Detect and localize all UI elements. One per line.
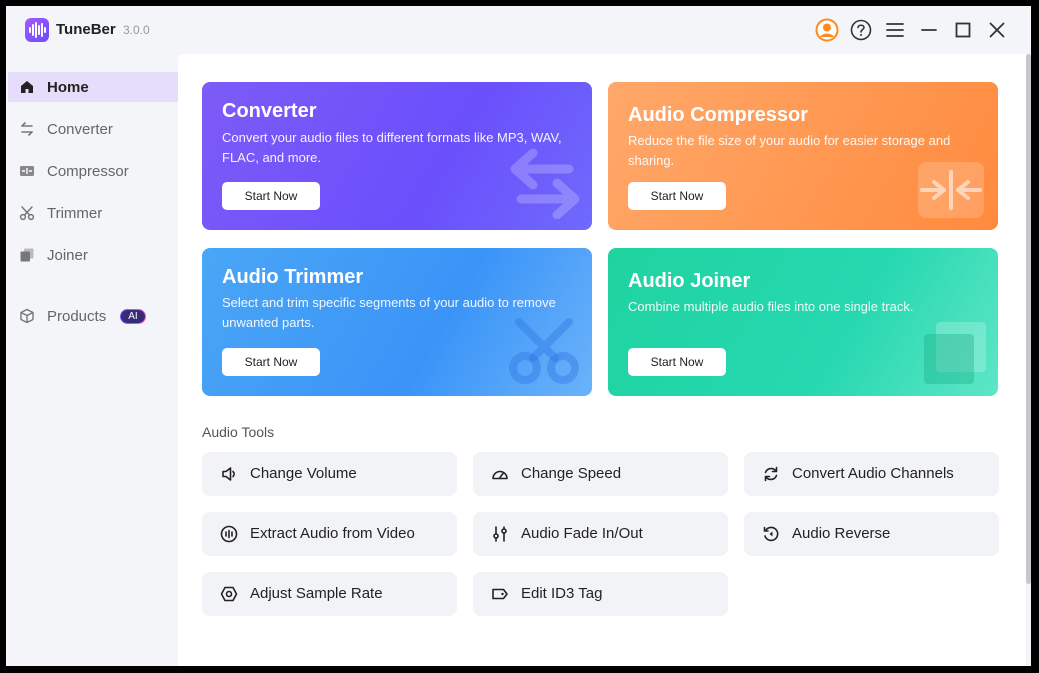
audio-trimmer-start-button[interactable]: Start Now [222, 348, 320, 376]
maximize-icon [955, 22, 971, 38]
adjust-sample-rate-button[interactable]: Adjust Sample Rate [202, 572, 457, 616]
minimize-button[interactable] [916, 17, 942, 43]
waveform-circle-icon [220, 525, 238, 543]
maximize-button[interactable] [950, 17, 976, 43]
sidebar-item-label: Joiner [47, 247, 88, 264]
account-icon [815, 18, 839, 42]
audio-joiner-card[interactable]: Audio Joiner Combine multiple audio file… [608, 248, 998, 396]
main-content: Converter Convert your audio files to di… [178, 54, 1026, 666]
tool-label: Convert Audio Channels [792, 465, 954, 482]
app-name: TuneBer [56, 21, 116, 38]
sidebar-item-products[interactable]: Products AI [8, 301, 178, 331]
tool-label: Change Speed [521, 465, 622, 482]
app-logo-icon [25, 18, 49, 42]
menu-icon [886, 23, 904, 37]
audio-reverse-button[interactable]: Audio Reverse [744, 512, 999, 556]
card-title: Audio Compressor [628, 104, 809, 126]
convert-audio-channels-button[interactable]: Convert Audio Channels [744, 452, 999, 496]
tag-icon [492, 588, 508, 600]
close-icon [989, 22, 1005, 38]
audio-compressor-start-button[interactable]: Start Now [628, 182, 726, 210]
help-icon [850, 19, 872, 41]
reverse-icon [763, 526, 779, 542]
tool-label: Audio Reverse [792, 525, 891, 542]
converter-start-button[interactable]: Start Now [222, 182, 320, 210]
sidebar-item-compressor[interactable]: Compressor [8, 156, 178, 186]
tool-label: Adjust Sample Rate [250, 585, 383, 602]
sidebar-item-label: Converter [47, 121, 113, 138]
title-bar: TuneBer 3.0.0 [6, 6, 1031, 54]
card-description: Combine multiple audio files into one si… [628, 299, 914, 314]
card-description: Select and trim specific segments of you… [222, 295, 556, 330]
ai-badge: AI [120, 309, 146, 324]
sample-rate-icon [220, 586, 238, 602]
card-title: Audio Joiner [628, 270, 751, 292]
change-speed-button[interactable]: Change Speed [473, 452, 728, 496]
change-volume-button[interactable]: Change Volume [202, 452, 457, 496]
sidebar: Home Converter Compressor Trimmer Joiner… [6, 54, 178, 666]
volume-icon [222, 467, 235, 481]
sidebar-item-joiner[interactable]: Joiner [8, 240, 178, 270]
menu-button[interactable] [882, 17, 908, 43]
help-button[interactable] [848, 17, 874, 43]
account-button[interactable] [814, 17, 840, 43]
edit-id3-tag-button[interactable]: Edit ID3 Tag [473, 572, 728, 616]
audio-tools-heading: Audio Tools [202, 424, 275, 440]
card-title: Audio Trimmer [222, 266, 364, 288]
converter-card[interactable]: Converter Convert your audio files to di… [202, 82, 592, 230]
convert-icon [21, 122, 33, 136]
stacked-squares-icon [924, 322, 986, 384]
app-window: TuneBer 3.0.0 Home Converter Compressor … [6, 6, 1031, 666]
card-description: Convert your audio files to different fo… [222, 130, 562, 165]
extract-audio-from-video-button[interactable]: Extract Audio from Video [202, 512, 457, 556]
compress-icon [20, 166, 34, 176]
tool-label: Audio Fade In/Out [521, 525, 643, 542]
sidebar-item-label: Trimmer [47, 205, 103, 222]
sidebar-item-trimmer[interactable]: Trimmer [8, 198, 178, 228]
tool-label: Extract Audio from Video [250, 525, 415, 542]
audio-fade-in-out-button[interactable]: Audio Fade In/Out [473, 512, 728, 556]
scrollbar[interactable] [1026, 54, 1031, 666]
refresh-icon [764, 466, 778, 482]
audio-compressor-card[interactable]: Audio Compressor Reduce the file size of… [608, 82, 998, 230]
sidebar-item-label: Home [47, 79, 89, 96]
app-version: 3.0.0 [123, 23, 150, 37]
audio-trimmer-card[interactable]: Audio Trimmer Select and trim specific s… [202, 248, 592, 396]
card-title: Converter [222, 100, 317, 122]
minimize-icon [921, 29, 937, 31]
sidebar-item-converter[interactable]: Converter [8, 114, 178, 144]
close-button[interactable] [984, 17, 1010, 43]
scrollbar-thumb[interactable] [1026, 54, 1031, 584]
sidebar-item-home[interactable]: Home [8, 72, 178, 102]
home-icon [21, 81, 33, 93]
card-description: Reduce the file size of your audio for e… [628, 133, 951, 168]
audio-joiner-start-button[interactable]: Start Now [628, 348, 726, 376]
sliders-icon [493, 526, 507, 542]
joiner-icon [20, 248, 34, 262]
cube-icon [20, 308, 34, 324]
sidebar-item-label: Products [47, 308, 107, 325]
speedometer-icon [492, 470, 508, 480]
sidebar-item-label: Compressor [47, 163, 129, 180]
scissors-icon [19, 206, 35, 221]
tool-label: Edit ID3 Tag [521, 585, 603, 602]
tool-label: Change Volume [250, 465, 357, 482]
